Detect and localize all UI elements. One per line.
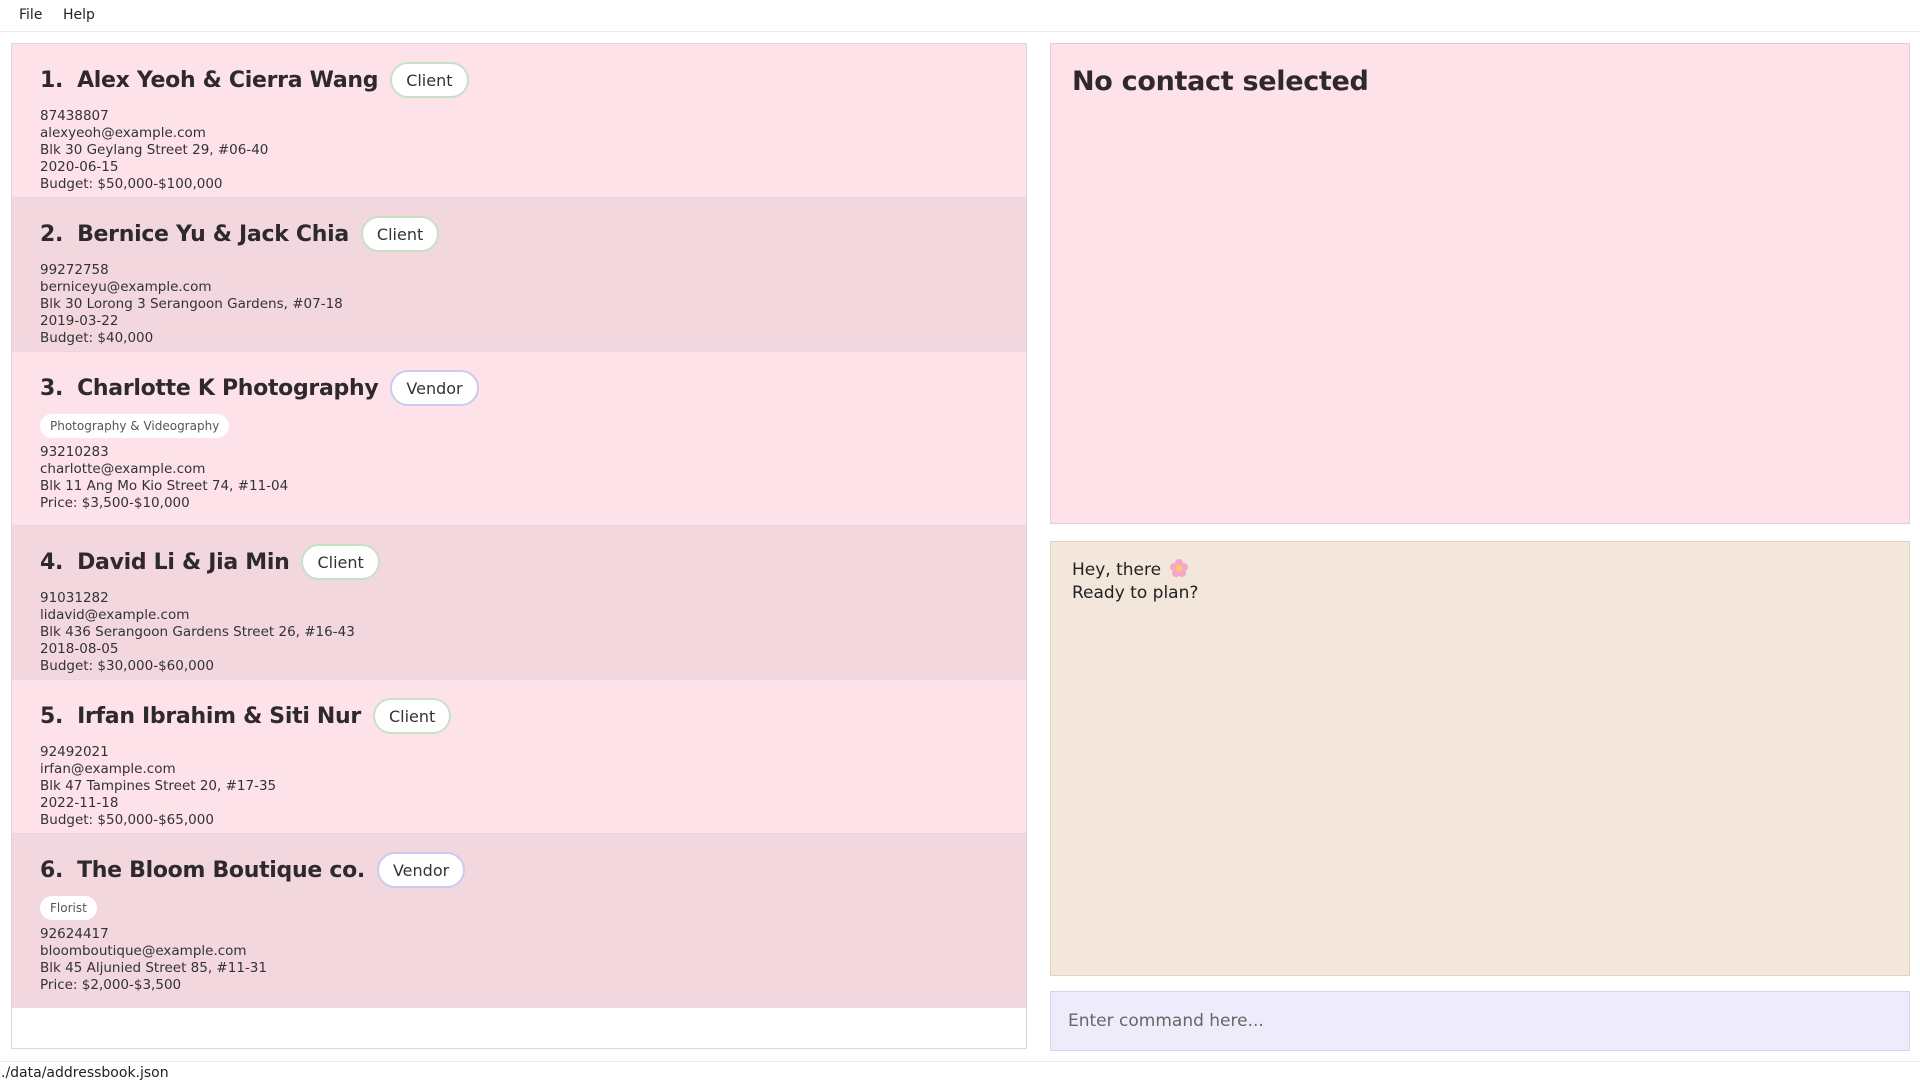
card-address: Blk 47 Tampines Street 20, #17-35 [40,778,277,794]
card-price: Price: $3,500-$10,000 [40,495,190,511]
card-email: bloomboutique@example.com [40,943,247,959]
card-header: 2. Bernice Yu & Jack Chia Client [40,216,1026,252]
card-address: Blk 30 Geylang Street 29, #06-40 [40,142,269,158]
flower-icon [1169,559,1188,577]
card-header: 4. David Li & Jia Min Client [40,544,1026,580]
contact-list[interactable]: 1. Alex Yeoh & Cierra Wang Client 874388… [11,43,1027,1049]
card-name: David Li & Jia Min [77,549,290,575]
contact-card[interactable]: 4. David Li & Jia Min Client 91031282 li… [12,526,1026,680]
card-name: The Bloom Boutique co. [77,857,365,883]
card-email: charlotte@example.com [40,461,206,477]
card-budget: Budget: $50,000-$100,000 [40,176,223,192]
card-phone: 87438807 [40,108,109,124]
card-header: 5. Irfan Ibrahim & Siti Nur Client [40,698,1026,734]
card-email: irfan@example.com [40,761,176,777]
card-budget: Budget: $50,000-$65,000 [40,812,214,828]
card-address: Blk 436 Serangoon Gardens Street 26, #16… [40,624,355,640]
card-phone: 93210283 [40,444,109,460]
card-date: 2018-08-05 [40,641,119,657]
contact-card[interactable]: 6. The Bloom Boutique co. Vendor Florist… [12,834,1026,1008]
card-budget: Budget: $30,000-$60,000 [40,658,214,674]
contact-card[interactable]: 3. Charlotte K Photography Vendor Photog… [12,352,1026,526]
role-badge: Client [301,544,380,580]
card-header: 6. The Bloom Boutique co. Vendor [40,852,1026,888]
card-address: Blk 45 Aljunied Street 85, #11-31 [40,960,267,976]
result-display: Hey, there Ready to plan? [1050,541,1910,976]
prompt-text: Ready to plan? [1072,583,1199,603]
card-name: Bernice Yu & Jack Chia [77,221,349,247]
contact-card[interactable]: 1. Alex Yeoh & Cierra Wang Client 874388… [12,44,1026,198]
card-date: 2020-06-15 [40,159,119,175]
card-email: berniceyu@example.com [40,279,212,295]
card-email: lidavid@example.com [40,607,190,623]
card-name: Irfan Ibrahim & Siti Nur [77,703,361,729]
card-budget: Budget: $40,000 [40,330,154,346]
card-address: Blk 30 Lorong 3 Serangoon Gardens, #07-1… [40,296,343,312]
detail-title: No contact selected [1072,66,1369,97]
card-phone: 91031282 [40,590,109,606]
card-index: 3. [40,375,64,401]
status-bar: ./data/addressbook.json [0,1061,1920,1081]
role-badge: Client [372,698,452,734]
card-price: Price: $2,000-$3,500 [40,977,182,993]
card-name: Alex Yeoh & Cierra Wang [77,67,379,93]
role-badge: Client [390,62,469,98]
role-badge: Vendor [376,852,466,888]
card-phone: 92624417 [40,926,109,942]
role-badge: Client [360,216,440,252]
card-date: 2022-11-18 [40,795,119,811]
card-header: 3. Charlotte K Photography Vendor [40,370,1026,406]
contact-card[interactable]: 5. Irfan Ibrahim & Siti Nur Client 92492… [12,680,1026,834]
card-index: 5. [40,703,64,729]
role-badge: Vendor [390,370,479,406]
card-name: Charlotte K Photography [77,375,379,401]
result-message: Hey, there Ready to plan? [1072,558,1198,605]
menu-help[interactable]: Help [63,7,95,23]
card-date: 2019-03-22 [40,313,119,329]
category-tag: Photography & Videography [40,414,230,438]
data-file-path: ./data/addressbook.json [1,1065,169,1081]
card-index: 2. [40,221,64,247]
card-phone: 99272758 [40,262,109,278]
card-index: 4. [40,549,64,575]
card-index: 6. [40,857,64,883]
command-input[interactable] [1050,991,1910,1051]
contact-card[interactable]: 2. Bernice Yu & Jack Chia Client 9927275… [12,198,1026,352]
category-tag: Florist [40,896,97,920]
card-email: alexyeoh@example.com [40,125,206,141]
contact-detail-panel: No contact selected [1050,43,1910,524]
card-header: 1. Alex Yeoh & Cierra Wang Client [40,62,1026,98]
card-phone: 92492021 [40,744,109,760]
greeting-text: Hey, there [1072,560,1162,580]
menu-bar: File Help [0,0,1920,32]
card-index: 1. [40,67,64,93]
menu-file[interactable]: File [19,7,42,23]
card-address: Blk 11 Ang Mo Kio Street 74, #11-04 [40,478,289,494]
